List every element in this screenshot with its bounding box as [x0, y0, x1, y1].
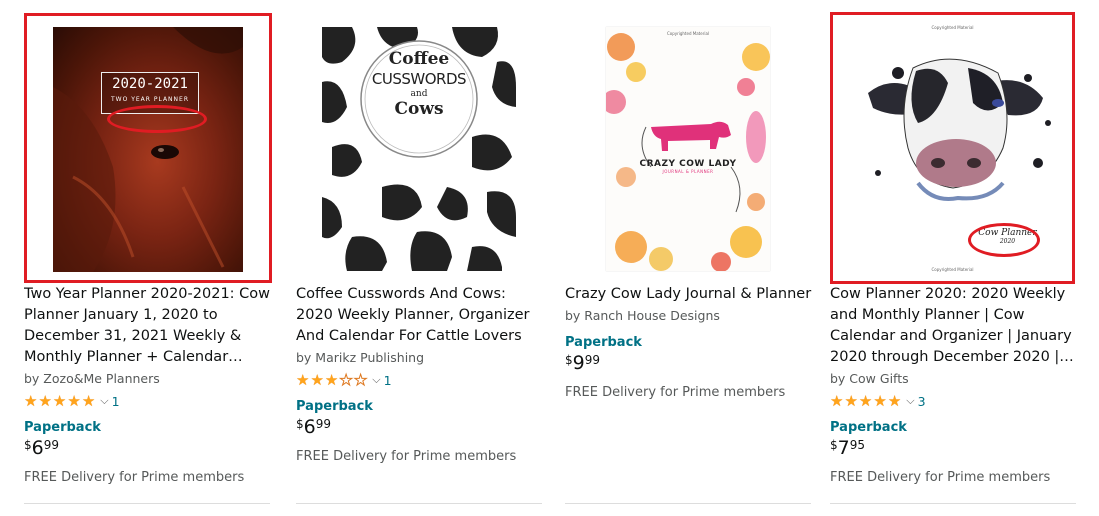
product-image-link-2[interactable]: Coffee CUSSWORDS and Cows: [296, 13, 542, 283]
format-link-2[interactable]: Paperback: [296, 399, 546, 414]
price-fraction: 99: [315, 417, 332, 431]
product-image-link-1[interactable]: 2020-2021 TWO YEAR PLANNER: [24, 13, 272, 283]
price-symbol: $: [296, 417, 304, 431]
star-icon: ★: [873, 391, 887, 410]
price-fraction: 95: [849, 438, 866, 452]
cover-image-two-year-planner: 2020-2021 TWO YEAR PLANNER: [53, 27, 243, 272]
product-card-3: Copyrighted Material CRAZY COW LADY JOUR…: [565, 10, 811, 504]
star-icon: ★: [887, 391, 902, 410]
cover-text-cusswords: CUSSWORDS: [371, 70, 467, 88]
star-rating-1[interactable]: ★ ★ ★ ★ ★: [24, 391, 96, 410]
price-4: $795: [830, 437, 1080, 460]
red-circle-annotation: [107, 105, 207, 133]
cover-copyright-top: Copyrighted Material: [666, 31, 710, 36]
product-image-link-3[interactable]: Copyrighted Material CRAZY COW LADY JOUR…: [565, 13, 811, 283]
delivery-text-4: FREE Delivery for Prime members: [830, 470, 1051, 485]
product-title-link-4[interactable]: Cow Planner 2020: 2020 Weekly and Monthl…: [830, 284, 1080, 368]
chevron-down-icon[interactable]: ⌵: [906, 394, 914, 408]
star-rating-2[interactable]: ★ ★ ★ ★ ★: [296, 370, 368, 389]
cover-title-circle: Coffee CUSSWORDS and Cows: [365, 49, 473, 119]
product-card-4: Copyrighted Material Cow Planner 2020 Co…: [830, 10, 1076, 504]
star-empty-icon: ★: [353, 370, 368, 389]
price-whole: 9: [572, 352, 585, 374]
star-icon: ★: [324, 370, 339, 389]
format-link-1[interactable]: Paperback: [24, 420, 274, 435]
cover-subtitle-text: TWO YEAR PLANNER: [110, 96, 189, 103]
star-icon: ★: [844, 391, 858, 410]
delivery-text-3: FREE Delivery for Prime members: [565, 385, 786, 400]
delivery-text-2: FREE Delivery for Prime members: [296, 449, 517, 464]
price-whole: 6: [303, 416, 316, 438]
star-icon: ★: [830, 391, 844, 410]
price-2: $699: [296, 416, 546, 439]
cover-image-cow-planner: Copyrighted Material Cow Planner 2020 Co…: [837, 23, 1068, 275]
star-icon: ★: [81, 391, 96, 410]
floral-border-art: [606, 33, 770, 271]
star-icon: ★: [67, 391, 81, 410]
star-icon: ★: [310, 370, 324, 389]
cover-copyright-top: Copyrighted Material: [931, 25, 974, 30]
chevron-down-icon[interactable]: ⌵: [372, 373, 380, 387]
star-empty-icon: ★: [339, 370, 353, 389]
cover-text-crazy-cow-lady: CRAZY COW LADY: [639, 159, 737, 169]
cover-text-cows: Cows: [394, 99, 444, 119]
cover-image-crazy-cow-lady: Copyrighted Material CRAZY COW LADY JOUR…: [606, 27, 770, 271]
red-circle-annotation: [967, 223, 1040, 257]
rating-row-2: ★ ★ ★ ★ ★ ⌵ 1: [296, 371, 546, 389]
chevron-down-icon[interactable]: ⌵: [100, 394, 108, 408]
price-symbol: $: [24, 438, 32, 452]
price-fraction: 99: [43, 438, 60, 452]
product-card-1: 2020-2021 TWO YEAR PLANNER Two Year Plan…: [24, 10, 272, 504]
star-icon: ★: [296, 370, 310, 389]
star-icon: ★: [52, 391, 67, 410]
cover-year-text: 2020-2021: [112, 76, 188, 92]
product-author-2: by Marikz Publishing: [296, 350, 425, 365]
delivery-text-1: FREE Delivery for Prime members: [24, 470, 245, 485]
format-link-3[interactable]: Paperback: [565, 335, 815, 350]
star-icon: ★: [38, 391, 52, 410]
star-icon: ★: [24, 391, 38, 410]
product-title-link-1[interactable]: Two Year Planner 2020-2021: Cow Planner …: [24, 284, 274, 368]
cover-text-journal-planner: JOURNAL & PLANNER: [662, 169, 714, 174]
rating-count-link-1[interactable]: 1: [112, 394, 120, 409]
card-divider: [565, 503, 811, 504]
price-symbol: $: [830, 438, 838, 452]
price-symbol: $: [565, 353, 573, 367]
cover-text-and: and: [410, 89, 428, 99]
card-divider: [830, 503, 1076, 504]
star-icon: ★: [858, 391, 873, 410]
rating-count-link-4[interactable]: 3: [918, 394, 926, 409]
star-rating-4[interactable]: ★ ★ ★ ★ ★: [830, 391, 902, 410]
price-whole: 6: [31, 437, 44, 459]
cow-fur-art: [53, 27, 243, 272]
cover-text-coffee: Coffee: [388, 49, 450, 69]
product-title-link-2[interactable]: Coffee Cusswords And Cows: 2020 Weekly P…: [296, 284, 546, 347]
price-1: $699: [24, 437, 274, 460]
rating-row-1: ★ ★ ★ ★ ★ ⌵ 1: [24, 392, 274, 410]
product-author-1: by Zozo&Me Planners: [24, 371, 160, 386]
card-divider: [24, 503, 270, 504]
cover-image-coffee-cusswords: Coffee CUSSWORDS and Cows: [322, 27, 516, 271]
format-link-4[interactable]: Paperback: [830, 420, 1080, 435]
product-image-link-4[interactable]: Copyrighted Material Cow Planner 2020 Co…: [830, 12, 1075, 284]
cover-title-block: CRAZY COW LADY JOURNAL & PLANNER: [606, 159, 770, 174]
product-title-link-3[interactable]: Crazy Cow Lady Journal & Planner: [565, 284, 815, 305]
card-divider: [296, 503, 542, 504]
price-fraction: 99: [584, 353, 601, 367]
product-author-3: by Ranch House Designs: [565, 308, 720, 323]
product-author-4: by Cow Gifts: [830, 371, 909, 386]
product-card-2: Coffee CUSSWORDS and Cows Coffee Cusswor…: [296, 10, 542, 504]
rating-count-link-2[interactable]: 1: [384, 373, 392, 388]
price-3: $999: [565, 352, 815, 375]
cover-copyright-bottom: Copyrighted Material: [931, 267, 974, 272]
rating-row-4: ★ ★ ★ ★ ★ ⌵ 3: [830, 392, 1080, 410]
price-whole: 7: [837, 437, 850, 459]
